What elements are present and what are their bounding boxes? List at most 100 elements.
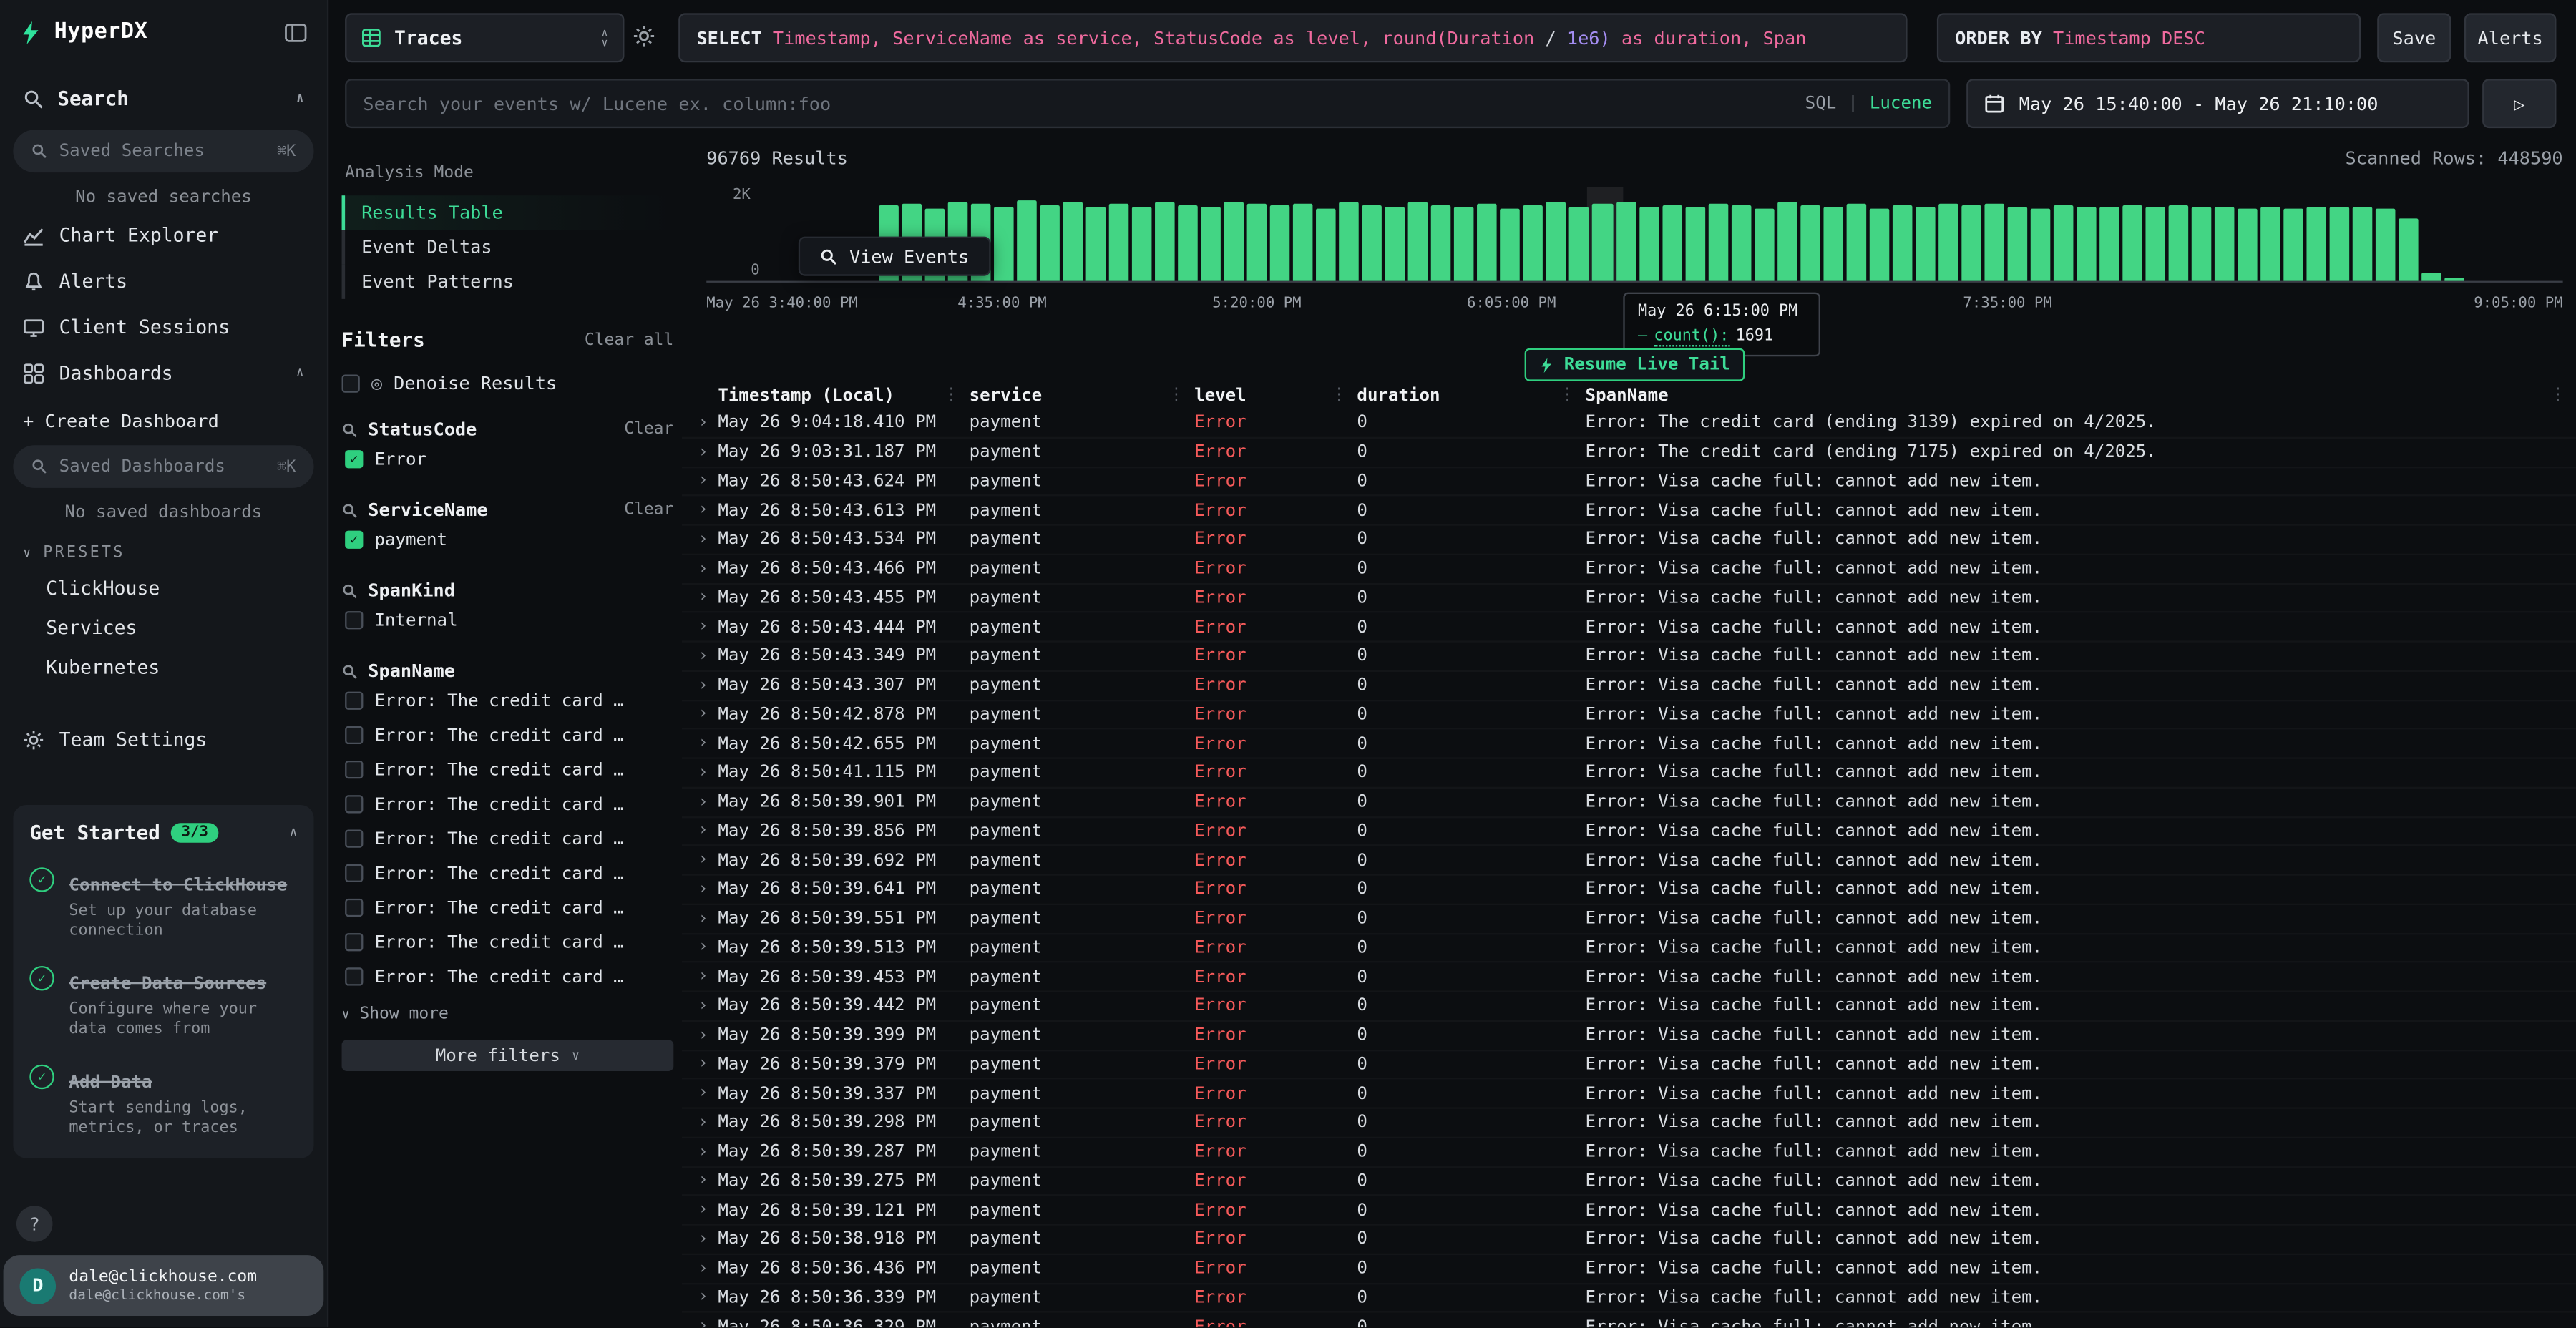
histogram-bar[interactable]	[1754, 209, 1774, 281]
event-search-bar[interactable]: SQL | Lucene	[345, 79, 1950, 128]
histogram-bar[interactable]	[2030, 209, 2050, 281]
filter-checkbox-item[interactable]: Error: The credit card …	[342, 927, 674, 958]
table-row[interactable]: May 26 8:50:39.275 PM payment Error 0 Er…	[682, 1167, 2576, 1196]
filter-checkbox-item[interactable]: Error: The credit card …	[342, 788, 674, 820]
checkbox[interactable]	[345, 761, 363, 778]
checkbox[interactable]	[345, 933, 363, 951]
show-more-link[interactable]: Show more	[342, 1005, 674, 1023]
row-expand-chevron-icon[interactable]	[698, 676, 718, 694]
histogram-bar[interactable]	[1662, 205, 1682, 280]
filter-checkbox-item[interactable]: Error	[342, 444, 674, 475]
histogram-bar[interactable]	[2215, 207, 2235, 280]
histogram-bar[interactable]	[1224, 201, 1244, 280]
row-expand-chevron-icon[interactable]	[698, 618, 718, 636]
histogram-bar[interactable]	[1777, 202, 1797, 281]
table-row[interactable]: May 26 8:50:42.655 PM payment Error 0 Er…	[682, 730, 2576, 759]
column-header[interactable]: SpanName	[1586, 385, 2576, 405]
histogram-bar[interactable]	[1017, 200, 1037, 281]
saved-dashboards-input[interactable]: Saved Dashboards ⌘K	[13, 445, 313, 488]
checkbox[interactable]	[345, 967, 363, 985]
histogram-bar[interactable]	[1800, 205, 1820, 280]
get-started-item[interactable]: Create Data Sources Configure where your…	[29, 964, 297, 1040]
row-expand-chevron-icon[interactable]	[698, 763, 718, 781]
sidebar-item-alerts[interactable]: Alerts	[0, 258, 327, 303]
histogram-bar[interactable]	[1432, 205, 1452, 281]
get-started-item[interactable]: Connect to ClickHouse Set up your databa…	[29, 866, 297, 942]
row-expand-chevron-icon[interactable]	[698, 706, 718, 723]
histogram-bar[interactable]	[1546, 202, 1566, 280]
table-row[interactable]: May 26 9:03:31.187 PM payment Error 0 Er…	[682, 438, 2576, 467]
chevron-up-icon[interactable]	[289, 826, 297, 839]
filter-checkbox-item[interactable]: payment	[342, 524, 674, 555]
histogram-bar[interactable]	[2122, 205, 2142, 281]
get-started-item[interactable]: Add Data Start sending logs, metrics, or…	[29, 1063, 297, 1139]
histogram-bar[interactable]	[1570, 208, 1590, 281]
histogram-bar[interactable]	[2007, 207, 2027, 280]
table-row[interactable]: May 26 8:50:39.379 PM payment Error 0 Er…	[682, 1050, 2576, 1080]
histogram-bar[interactable]	[1270, 206, 1290, 281]
analysis-mode-option[interactable]: Event Deltas	[342, 230, 674, 264]
table-row[interactable]: May 26 8:50:43.624 PM payment Error 0 Er…	[682, 467, 2576, 497]
histogram-bar[interactable]	[2306, 208, 2326, 280]
checkbox[interactable]	[345, 829, 363, 847]
sidebar-item-chart-explorer[interactable]: Chart Explorer	[0, 212, 327, 258]
histogram-bar[interactable]	[1362, 205, 1382, 281]
table-row[interactable]: May 26 8:50:43.613 PM payment Error 0 Er…	[682, 497, 2576, 526]
sidebar-item-team-settings[interactable]: Team Settings	[0, 716, 327, 762]
table-row[interactable]: May 26 8:50:36.339 PM payment Error 0 Er…	[682, 1284, 2576, 1313]
table-row[interactable]: May 26 8:50:43.349 PM payment Error 0 Er…	[682, 643, 2576, 672]
table-row[interactable]: May 26 8:50:43.444 PM payment Error 0 Er…	[682, 613, 2576, 643]
histogram-bar[interactable]	[2145, 207, 2165, 281]
filter-checkbox-item[interactable]: Error: The credit card …	[342, 685, 674, 716]
sql-select-editor[interactable]: SELECT Timestamp, ServiceName as service…	[678, 13, 1907, 62]
histogram-bar[interactable]	[2283, 209, 2303, 280]
help-button[interactable]: ?	[16, 1206, 53, 1242]
histogram-bar[interactable]	[2238, 208, 2258, 280]
histogram-bar[interactable]	[1040, 205, 1060, 280]
histogram-bar[interactable]	[1639, 207, 1659, 281]
histogram-bar[interactable]	[2053, 205, 2073, 281]
more-filters-button[interactable]: More filters	[342, 1040, 674, 1071]
filter-checkbox-item[interactable]: Error: The credit card …	[342, 857, 674, 889]
table-row[interactable]: May 26 8:50:39.287 PM payment Error 0 Er…	[682, 1138, 2576, 1167]
checkbox[interactable]	[345, 795, 363, 813]
table-row[interactable]: May 26 8:50:39.337 PM payment Error 0 Er…	[682, 1080, 2576, 1109]
row-expand-chevron-icon[interactable]	[698, 1055, 718, 1073]
histogram-bar[interactable]	[1201, 207, 1221, 280]
histogram-bar[interactable]	[1938, 203, 1958, 280]
run-query-button[interactable]	[2482, 79, 2556, 128]
analysis-mode-option[interactable]: Event Patterns	[342, 265, 674, 299]
chevron-up-icon[interactable]	[296, 366, 304, 379]
table-row[interactable]: May 26 8:50:39.692 PM payment Error 0 Er…	[682, 846, 2576, 876]
checkbox[interactable]	[342, 374, 360, 392]
histogram-bar[interactable]	[1455, 207, 1475, 281]
filter-checkbox-item[interactable]: Error: The credit card …	[342, 754, 674, 786]
table-row[interactable]: May 26 8:50:39.641 PM payment Error 0 Er…	[682, 876, 2576, 905]
histogram-bar[interactable]	[2421, 273, 2441, 281]
row-expand-chevron-icon[interactable]	[698, 1172, 718, 1190]
table-row[interactable]: May 26 8:50:39.442 PM payment Error 0 Er…	[682, 992, 2576, 1022]
histogram-bar[interactable]	[2168, 206, 2188, 281]
histogram-bar[interactable]	[1915, 208, 1935, 281]
saved-searches-input[interactable]: Saved Searches ⌘K	[13, 130, 313, 172]
histogram-bar[interactable]	[2376, 208, 2396, 281]
histogram-bar[interactable]	[1892, 206, 1912, 281]
table-row[interactable]: May 26 8:50:39.453 PM payment Error 0 Er…	[682, 963, 2576, 992]
histogram-bar[interactable]	[1247, 204, 1267, 281]
view-events-button[interactable]: View Events	[799, 237, 990, 276]
analysis-mode-option[interactable]: Results Table	[342, 195, 674, 230]
checkbox[interactable]	[345, 692, 363, 710]
table-row[interactable]: May 26 8:50:36.436 PM payment Error 0 Er…	[682, 1255, 2576, 1284]
histogram-bar[interactable]	[2260, 208, 2280, 281]
filter-checkbox-item[interactable]: Error: The credit card …	[342, 892, 674, 924]
histogram-bar[interactable]	[2399, 218, 2419, 280]
histogram-bar[interactable]	[1708, 203, 1728, 281]
row-expand-chevron-icon[interactable]	[698, 530, 718, 548]
histogram-bar[interactable]	[1109, 204, 1129, 280]
sidebar-item-client-sessions[interactable]: Client Sessions	[0, 304, 327, 350]
table-row[interactable]: May 26 8:50:36.329 PM payment Error 0 Er…	[682, 1313, 2576, 1327]
date-range-picker[interactable]: May 26 15:40:00 - May 26 21:10:00	[1966, 79, 2469, 128]
histogram-bar[interactable]	[1523, 205, 1543, 280]
row-expand-chevron-icon[interactable]	[698, 1230, 718, 1248]
row-expand-chevron-icon[interactable]	[698, 589, 718, 607]
